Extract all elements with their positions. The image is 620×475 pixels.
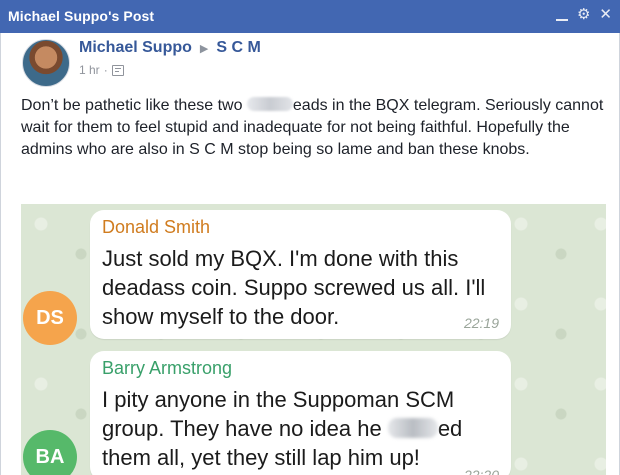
post-meta: 1 hr · [79,63,124,77]
close-icon[interactable]: ✕ [599,6,612,24]
redacted-word [387,418,438,438]
minimize-icon[interactable] [555,6,568,24]
author-name-link[interactable]: Michael Suppo [79,39,192,57]
arrow-right-icon: ▶ [199,42,209,55]
chat-message: Donald Smith Just sold my BQX. I'm done … [90,210,511,339]
chat-message-time: 22:19 [463,315,499,331]
redacted-word [246,97,293,111]
chat-message-time: 22:20 [463,467,499,475]
window-titlebar: Michael Suppo's Post ⚙ ✕ [0,0,620,33]
gear-icon[interactable]: ⚙ [577,6,590,24]
group-name-link[interactable]: S C M [216,39,260,57]
post-header: Michael Suppo ▶ S C M [79,39,261,57]
post-text: Don’t be pathetic like these two eads in… [21,95,606,161]
telegram-screenshot-image[interactable]: Donald Smith Just sold my BQX. I'm done … [21,204,606,475]
chat-avatar: DS [23,291,77,345]
meta-separator: · [103,63,108,77]
chat-sender-name: Donald Smith [102,217,211,237]
window-controls: ⚙ ✕ [555,6,612,24]
post-timestamp[interactable]: 1 hr [79,63,100,77]
post-container: Michael Suppo ▶ S C M 1 hr · Don’t be pa… [0,33,620,475]
post-text-part1: Don’t be pathetic like these two [21,97,247,114]
chat-message-text: Just sold my BQX. I'm done with this dea… [102,246,486,329]
chat-message-text: I pity anyone in the Suppoman SCM group.… [102,385,502,472]
chat-sender-name: Barry Armstrong [102,358,233,378]
chat-avatar: BA [23,430,77,475]
window-title: Michael Suppo's Post [8,8,155,24]
audience-icon[interactable] [111,64,124,76]
author-avatar[interactable] [22,39,70,87]
chat-message: Barry Armstrong I pity anyone in the Sup… [90,351,511,475]
